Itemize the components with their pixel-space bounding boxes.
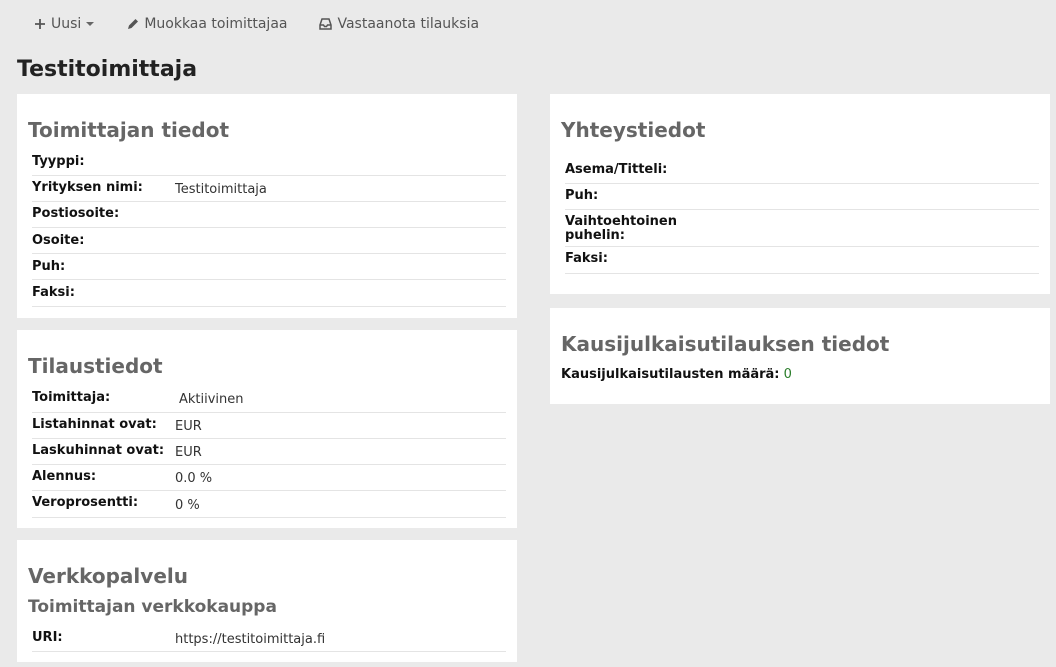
toolbar: Uusi Muokkaa toimittajaa Vastaanota tila…	[0, 0, 1056, 48]
ordering-label: Toimittaja:	[32, 390, 111, 405]
web-service-heading: Verkkopalvelu	[28, 564, 188, 588]
ordering-value: 0.0 %	[175, 471, 213, 486]
new-dropdown-button[interactable]: Uusi	[34, 16, 95, 32]
subscriptions-heading: Kausijulkaisutilauksen tiedot	[561, 332, 890, 356]
subscriptions-count: Kausijulkaisutilausten määrä: 0	[561, 367, 792, 382]
web-service-panel: Verkkopalvelu Toimittajan verkkokauppa U…	[17, 540, 517, 662]
detail-row-type: Tyyppi:	[32, 152, 506, 176]
detail-label: Yrityksen nimi:	[32, 180, 143, 195]
receive-shipments-label: Vastaanota tilauksia	[337, 16, 480, 32]
contact-row-fax: Faksi:	[565, 247, 1039, 274]
ordering-label: Alennus:	[32, 469, 97, 484]
contact-label: Faksi:	[565, 251, 608, 266]
vendor-details-heading: Toimittajan tiedot	[28, 118, 230, 142]
ordering-row-vendor-status: Toimittaja: Aktiivinen	[32, 388, 506, 413]
ordering-value: 0 %	[175, 498, 200, 513]
detail-label: Postiosoite:	[32, 206, 120, 221]
detail-label: Puh:	[32, 259, 66, 274]
receive-shipments-button[interactable]: Vastaanota tilauksia	[319, 16, 479, 32]
contact-row-alt-phone: Vaihtoehtoinen puhelin:	[565, 210, 1039, 247]
detail-label: Faksi:	[32, 285, 75, 300]
ordering-panel: Tilaustiedot Toimittaja: Aktiivinen List…	[17, 330, 517, 528]
detail-row-phone: Puh:	[32, 254, 506, 280]
contact-row-position: Asema/Titteli:	[565, 160, 1039, 184]
uri-row: URI: https://testitoimittaja.fi	[32, 626, 506, 652]
ordering-label: Veroprosentti:	[32, 495, 139, 510]
inbox-icon	[319, 18, 333, 30]
edit-vendor-button[interactable]: Muokkaa toimittajaa	[126, 16, 287, 32]
ordering-row-invoice-prices: Laskuhinnat ovat: EUR	[32, 439, 506, 465]
detail-label: Osoite:	[32, 233, 85, 248]
vendor-webshop-heading: Toimittajan verkkokauppa	[28, 597, 277, 617]
contact-row-phone: Puh:	[565, 184, 1039, 210]
ordering-row-list-prices: Listahinnat ovat: EUR	[32, 413, 506, 439]
detail-row-postal-address: Postiosoite:	[32, 202, 506, 228]
subscriptions-panel: Kausijulkaisutilauksen tiedot Kausijulka…	[550, 308, 1050, 404]
ordering-heading: Tilaustiedot	[28, 354, 163, 378]
contact-label: Asema/Titteli:	[565, 162, 668, 177]
detail-value: Testitoimittaja	[175, 182, 267, 197]
ordering-label: Listahinnat ovat:	[32, 417, 157, 432]
contact-heading: Yhteystiedot	[561, 118, 706, 142]
uri-link[interactable]: https://testitoimittaja.fi	[175, 632, 325, 647]
ordering-value: EUR	[175, 419, 202, 434]
detail-label: Tyyppi:	[32, 154, 85, 169]
edit-vendor-label: Muokkaa toimittajaa	[144, 16, 288, 32]
ordering-label: Laskuhinnat ovat:	[32, 443, 165, 458]
uri-label: URI:	[32, 630, 63, 645]
ordering-row-discount: Alennus: 0.0 %	[32, 465, 506, 491]
new-button-label: Uusi	[51, 16, 82, 32]
ordering-value: Aktiivinen	[179, 392, 244, 407]
caret-down-icon	[86, 22, 95, 26]
detail-row-company-name: Yrityksen nimi: Testitoimittaja	[32, 176, 506, 202]
pencil-icon	[128, 18, 139, 29]
plus-icon	[35, 19, 45, 29]
ordering-value: EUR	[175, 445, 202, 460]
contact-label: Vaihtoehtoinen puhelin:	[565, 214, 677, 243]
detail-row-address: Osoite:	[32, 228, 506, 254]
detail-row-fax: Faksi:	[32, 280, 506, 307]
contact-panel: Yhteystiedot Asema/Titteli: Puh: Vaihtoe…	[550, 94, 1050, 294]
page-title: Testitoimittaja	[17, 57, 198, 82]
subscriptions-count-link[interactable]: 0	[784, 367, 792, 382]
ordering-row-tax-rate: Veroprosentti: 0 %	[32, 491, 506, 518]
contact-label: Puh:	[565, 188, 599, 203]
subscriptions-count-label: Kausijulkaisutilausten määrä:	[561, 367, 780, 382]
vendor-details-panel: Toimittajan tiedot Tyyppi: Yrityksen nim…	[17, 94, 517, 318]
